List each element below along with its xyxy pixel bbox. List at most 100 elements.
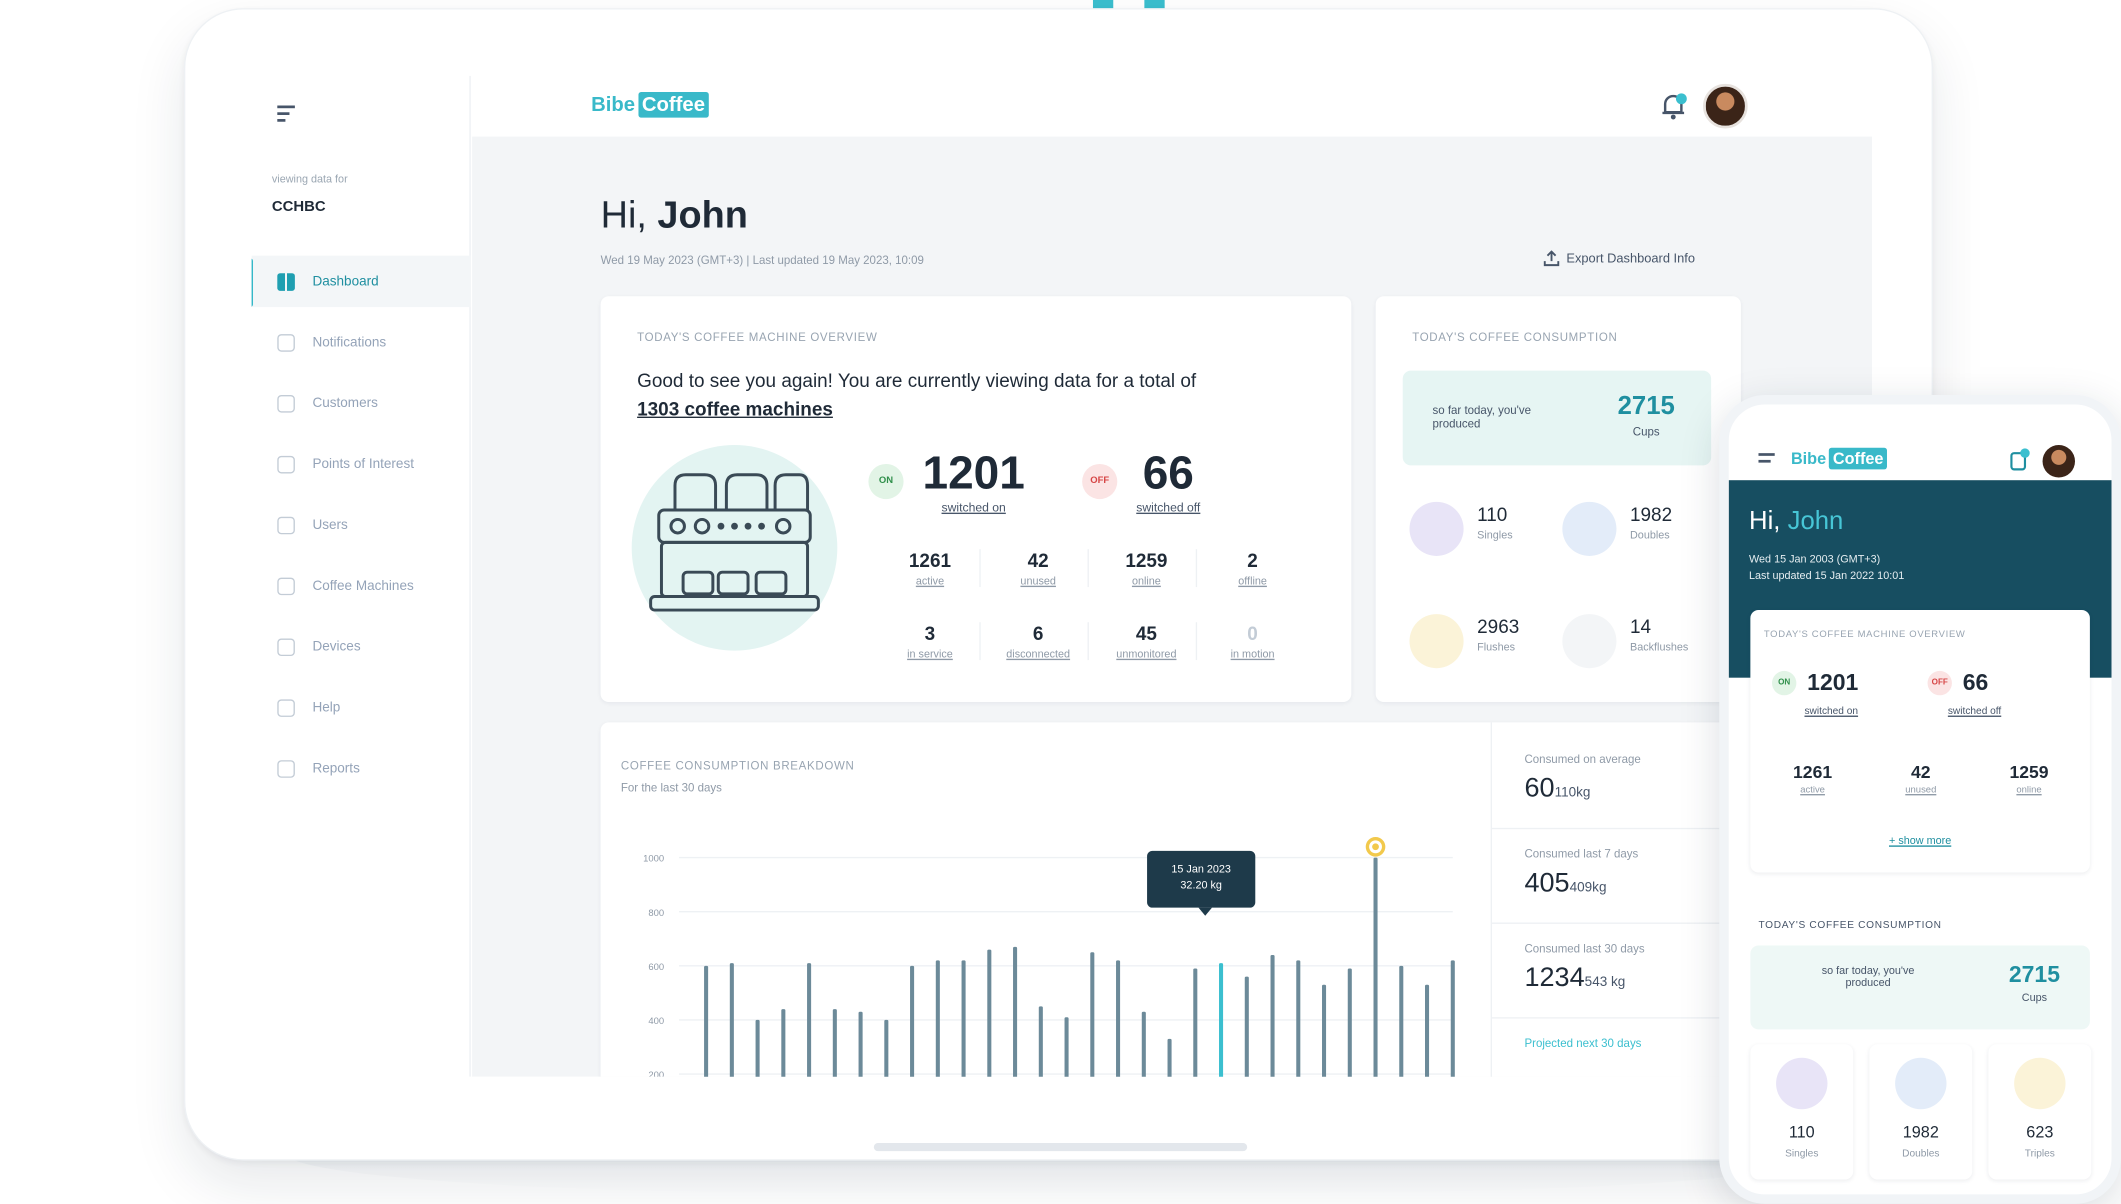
export-dashboard-button[interactable]: Export Dashboard Info xyxy=(1543,250,1695,267)
chart-bar[interactable] xyxy=(1322,984,1327,1077)
phone-cup-value: 110 xyxy=(1788,1122,1815,1142)
chart-bar[interactable] xyxy=(961,960,966,1077)
chart-bar[interactable] xyxy=(935,960,940,1077)
on-badge: ON xyxy=(868,463,904,499)
machine-stat[interactable]: 0 in motion xyxy=(1203,622,1303,660)
chart-bar[interactable] xyxy=(987,949,992,1077)
cups-promo-text: so far today, you've produced xyxy=(1432,403,1531,431)
chart-bar[interactable] xyxy=(1064,1017,1069,1077)
brand-logo[interactable]: Bibe Coffee xyxy=(591,91,710,118)
laptop-screen: viewing data for CCHBC Dashboard Notifica… xyxy=(251,75,1873,1077)
sidebar-item-coffee-machines[interactable]: Coffee Machines xyxy=(252,560,471,611)
phone-machine-stat[interactable]: 1259 online xyxy=(1980,762,2077,796)
phone-user-avatar[interactable] xyxy=(2042,445,2076,478)
chart-bar[interactable] xyxy=(1347,968,1352,1077)
chart-bar[interactable] xyxy=(807,963,812,1077)
chart-bar[interactable] xyxy=(1167,1038,1172,1077)
chart-bar[interactable] xyxy=(1373,857,1378,1077)
sidebar-item-customers[interactable]: Customers xyxy=(252,377,471,428)
report-icon xyxy=(277,759,295,778)
machine-stat[interactable]: 2 offline xyxy=(1203,549,1303,587)
consumption-item-label: Backflushes xyxy=(1629,641,1689,654)
machine-stat[interactable]: 1261 active xyxy=(881,549,981,588)
machine-stat-value: 0 xyxy=(1247,622,1258,644)
phone-cup-value: 623 xyxy=(2026,1122,2054,1142)
cups-value: 2715 xyxy=(1617,392,1675,421)
chart-bar[interactable] xyxy=(1013,946,1018,1077)
phone-off-label[interactable]: switched off xyxy=(1948,705,2001,717)
total-machines-link[interactable]: 1303 coffee machines xyxy=(637,398,833,420)
chart-bar[interactable] xyxy=(858,1011,863,1077)
export-label: Export Dashboard Info xyxy=(1566,250,1695,266)
machine-stat-value: 42 xyxy=(1027,549,1049,571)
machine-stat-label: active xyxy=(915,574,945,588)
coffee-machine-illustration xyxy=(631,445,838,651)
chart-bar[interactable] xyxy=(884,1019,889,1077)
sidebar-item-reports[interactable]: Reports xyxy=(252,743,471,794)
sidebar-item-points-of-interest[interactable]: Points of Interest xyxy=(252,438,471,489)
chart-bar[interactable] xyxy=(781,1009,786,1077)
phone-machine-stat[interactable]: 1261 active xyxy=(1764,762,1861,796)
phone-machine-stat-value: 42 xyxy=(1911,761,1931,782)
phone-notification-icon[interactable] xyxy=(2009,448,2031,472)
machine-stat[interactable]: 1259 online xyxy=(1097,549,1198,588)
phone-hamburger-icon[interactable] xyxy=(1758,453,1775,467)
chart-bar[interactable] xyxy=(832,1009,837,1077)
breakdown-side-stat: Consumed last 30 days 1234543 kg xyxy=(1492,941,1743,1019)
chart-bar[interactable] xyxy=(1244,976,1249,1077)
chart-bar[interactable] xyxy=(1141,1011,1146,1077)
sidebar-item-dashboard[interactable]: Dashboard xyxy=(251,255,471,308)
sidebar-item-users[interactable]: Users xyxy=(252,499,471,550)
phone-date-line2: Last updated 15 Jan 2022 10:01 xyxy=(1749,569,1905,582)
sidebar-item-devices[interactable]: Devices xyxy=(252,621,471,672)
consumption-item: 110 Singles xyxy=(1409,499,1551,559)
chart-bar[interactable] xyxy=(729,963,734,1077)
phone-overview-caption: TODAY'S COFFEE MACHINE OVERVIEW xyxy=(1763,630,1966,640)
phone-cup-card: 110 Singles xyxy=(1750,1044,1854,1180)
org-name[interactable]: CCHBC xyxy=(272,199,326,215)
main-content: Hi, John Wed 19 May 2023 (GMT+3) | Last … xyxy=(472,136,1873,1077)
sidebar-item-label: Reports xyxy=(312,760,360,776)
chart-bar[interactable] xyxy=(1038,1006,1043,1077)
machine-stat[interactable]: 45 unmonitored xyxy=(1097,622,1198,661)
phone-on-label[interactable]: switched on xyxy=(1804,705,1858,717)
on-label[interactable]: switched on xyxy=(923,500,1025,514)
phone-frame: Bibe Coffee Hi, John Wed 15 Jan 2003 (GM… xyxy=(1719,394,2121,1204)
phone-machine-stat[interactable]: 42 unused xyxy=(1872,762,1969,796)
phone-machine-stat-label: online xyxy=(2016,785,2042,796)
chart-bar[interactable] xyxy=(704,965,709,1077)
sidebar-item-help[interactable]: Help xyxy=(252,682,471,733)
chart-bar[interactable] xyxy=(1090,952,1095,1077)
sidebar-item-notifications[interactable]: Notifications xyxy=(252,317,471,368)
phone-brand-logo[interactable]: Bibe Coffee xyxy=(1791,447,1888,470)
phone-machine-stat-value: 1259 xyxy=(2009,761,2049,782)
chart-bar[interactable] xyxy=(1425,984,1430,1077)
machine-stat-value: 3 xyxy=(924,622,936,644)
breakdown-side-unit: 110kg xyxy=(1554,785,1591,801)
machine-stat[interactable]: 6 disconnected xyxy=(989,622,1089,661)
chart-bar[interactable] xyxy=(1193,968,1198,1077)
hamburger-menu-icon[interactable] xyxy=(277,105,295,126)
machine-stat[interactable]: 3 in service xyxy=(881,622,981,661)
greeting-name: John xyxy=(657,193,748,236)
sidebar: viewing data for CCHBC Dashboard Notifica… xyxy=(251,75,471,1077)
user-avatar[interactable] xyxy=(1703,83,1748,129)
coffee-machine-icon xyxy=(277,576,295,595)
chart-bar[interactable] xyxy=(1270,954,1275,1077)
dashboard-icon xyxy=(277,272,295,291)
machine-stat-value: 45 xyxy=(1135,622,1157,644)
chart-bar[interactable] xyxy=(1219,963,1224,1077)
notification-bell-icon[interactable] xyxy=(1658,92,1688,129)
chart-bar[interactable] xyxy=(1116,960,1121,1077)
page-greeting: Hi, John xyxy=(601,193,748,236)
bell-icon xyxy=(277,333,295,352)
chart-bar[interactable] xyxy=(1296,960,1301,1077)
phone-show-more-link[interactable]: + show more xyxy=(1750,835,2090,847)
chart-bar[interactable] xyxy=(1450,960,1455,1077)
chart-bar[interactable] xyxy=(910,965,915,1077)
chart-bar[interactable] xyxy=(755,1019,760,1077)
machine-stat-value: 6 xyxy=(1032,622,1044,644)
off-label[interactable]: switched off xyxy=(1136,500,1200,514)
chart-bar[interactable] xyxy=(1399,965,1404,1077)
machine-stat[interactable]: 42 unused xyxy=(989,549,1089,588)
